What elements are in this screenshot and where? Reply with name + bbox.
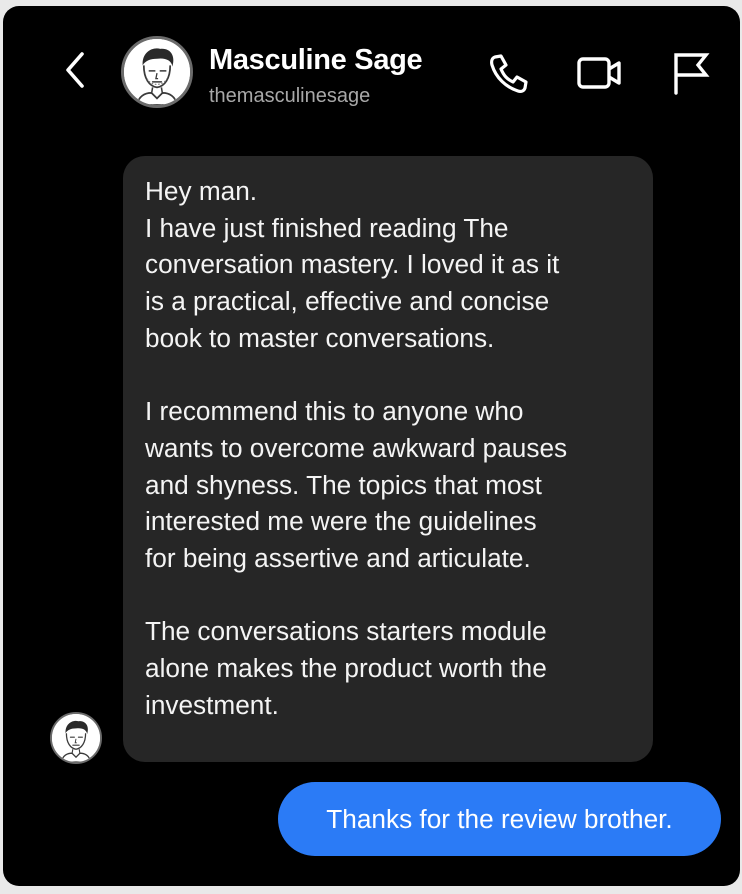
contact-handle: themasculinesage (209, 85, 371, 107)
chevron-left-icon (55, 48, 95, 92)
avatar-sketch-icon (124, 39, 190, 105)
back-button[interactable] (55, 48, 95, 92)
chat-screen: Masculine Sage themasculinesage Hey man.… (3, 6, 740, 886)
chat-header: Masculine Sage themasculinesage (3, 6, 740, 136)
contact-avatar[interactable] (121, 36, 193, 108)
outgoing-message-bubble[interactable]: Thanks for the review brother. (278, 782, 721, 856)
message-paragraph: Hey man. I have just finished reading Th… (145, 176, 560, 353)
video-call-button[interactable] (575, 50, 621, 96)
sender-avatar[interactable] (50, 712, 102, 764)
outgoing-message-text: Thanks for the review brother. (326, 804, 673, 834)
flag-icon (667, 50, 713, 96)
phone-icon (485, 50, 531, 96)
incoming-message-bubble[interactable]: Hey man. I have just finished reading Th… (123, 156, 653, 762)
message-paragraph: The conversations starters module alone … (145, 616, 547, 720)
contact-name[interactable]: Masculine Sage (209, 44, 423, 77)
call-button[interactable] (485, 50, 531, 96)
avatar-sketch-icon (52, 714, 100, 762)
video-camera-icon (575, 50, 621, 96)
message-paragraph: I recommend this to anyone who wants to … (145, 396, 568, 574)
report-button[interactable] (667, 50, 713, 96)
